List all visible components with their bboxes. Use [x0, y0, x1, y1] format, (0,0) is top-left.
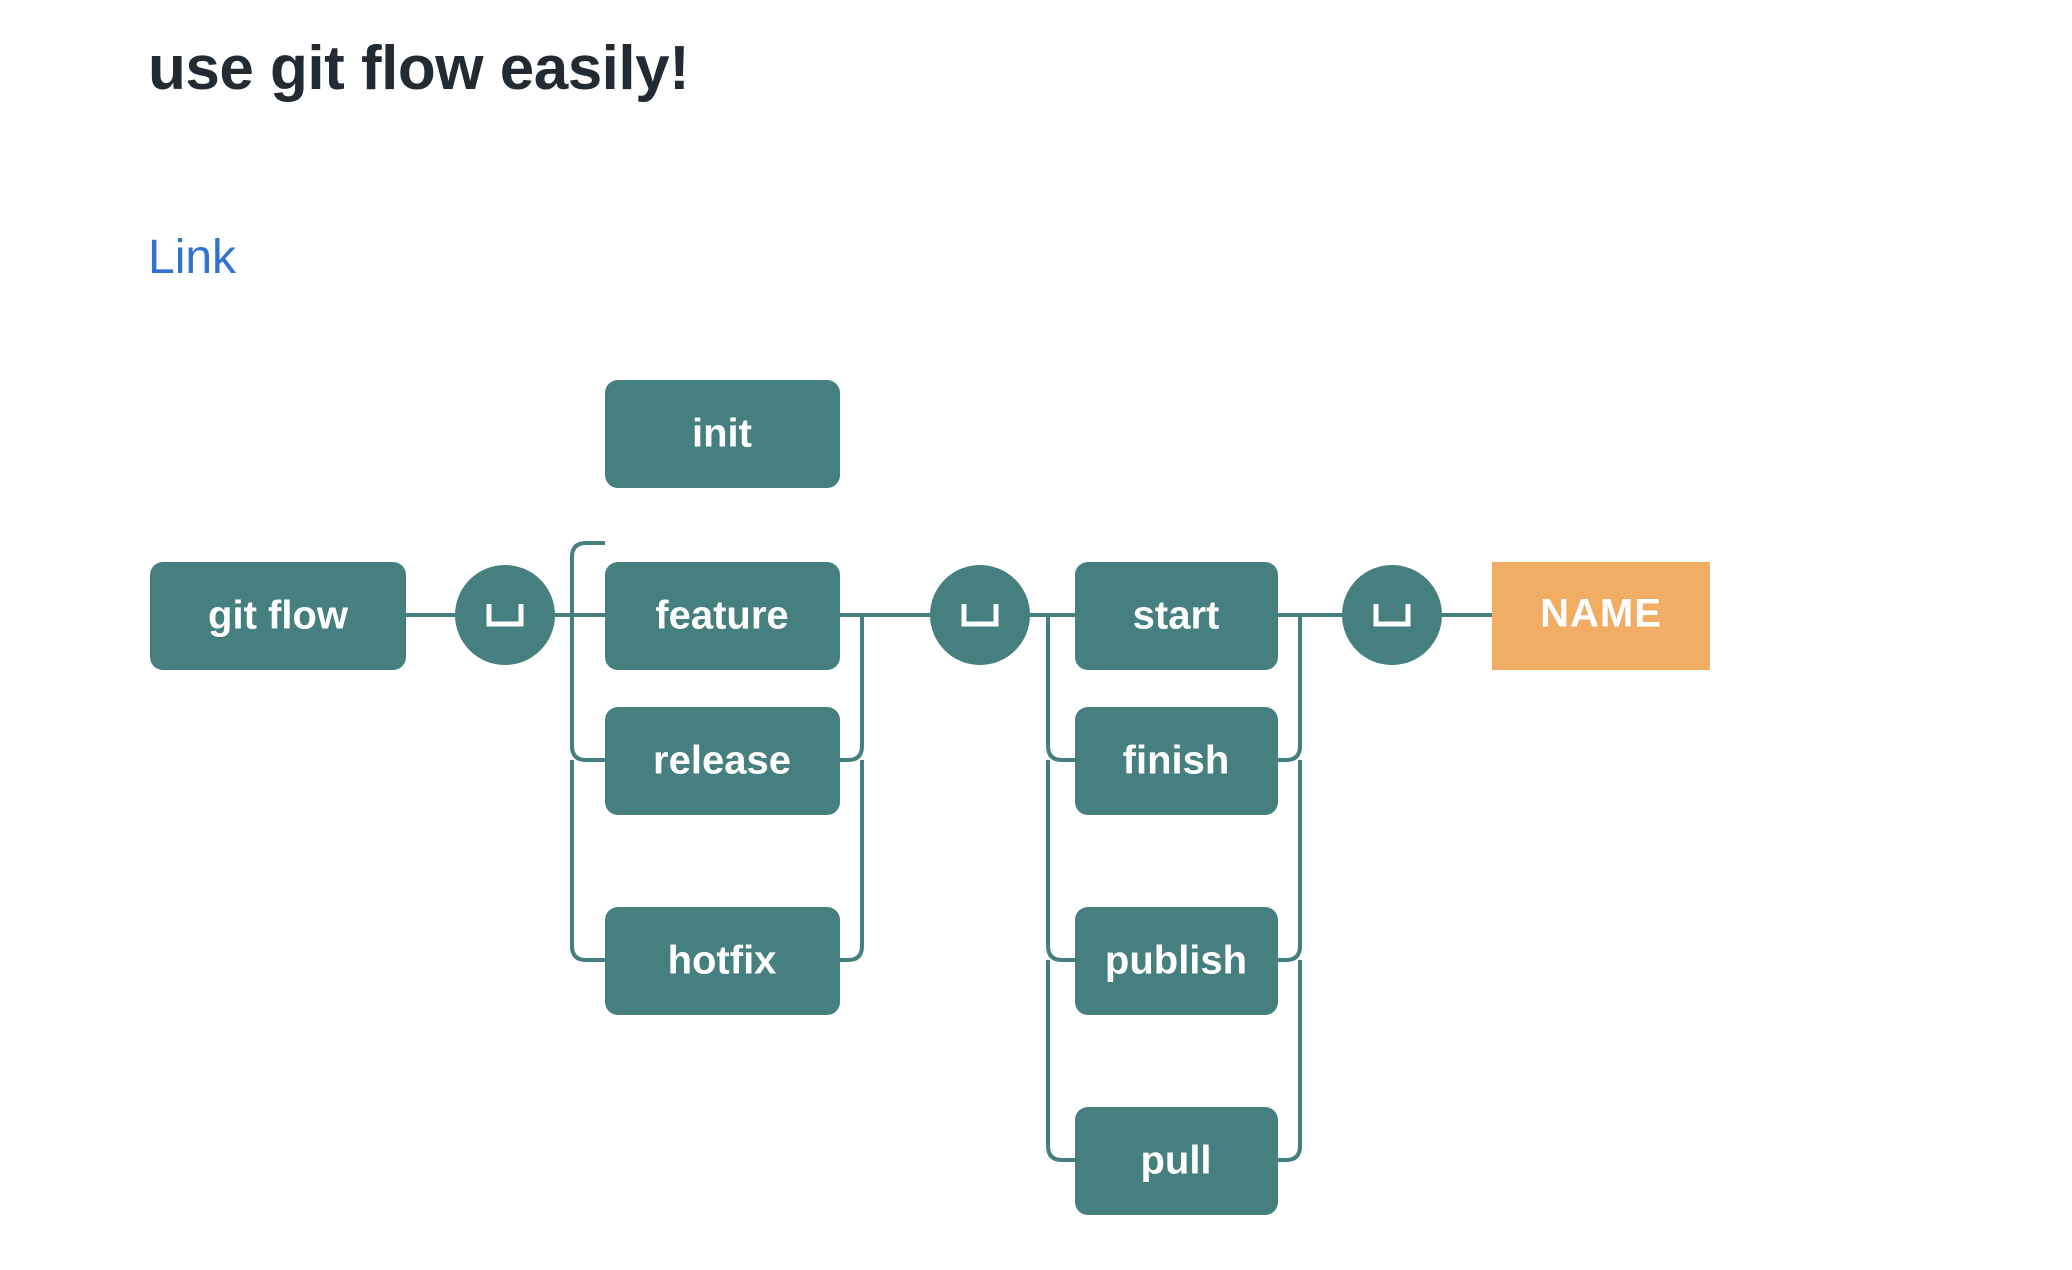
- rail-group1-left-release: [570, 615, 605, 762]
- node-publish-label: publish: [1105, 939, 1247, 983]
- separator-space-1[interactable]: [455, 565, 555, 665]
- doc-link[interactable]: Link: [148, 231, 236, 285]
- node-name-label: NAME: [1540, 592, 1662, 636]
- node-hotfix[interactable]: hotfix: [605, 907, 840, 1015]
- node-start[interactable]: start: [1075, 562, 1278, 670]
- rail-group2-left-finish: [1046, 615, 1075, 762]
- separator-space-1-circle: [455, 565, 555, 665]
- page-root: use git flow easily! Link git flow init …: [0, 0, 2072, 1270]
- node-start-label: start: [1133, 594, 1220, 638]
- node-release[interactable]: release: [605, 707, 840, 815]
- separator-space-2-circle: [930, 565, 1030, 665]
- node-git-flow-label: git flow: [208, 594, 349, 638]
- node-pull-label: pull: [1140, 1139, 1211, 1183]
- node-pull[interactable]: pull: [1075, 1107, 1278, 1215]
- rail-group1-left-init: [570, 541, 605, 615]
- separator-space-2[interactable]: [930, 565, 1030, 665]
- node-finish[interactable]: finish: [1075, 707, 1278, 815]
- rail-group2-right-publish: [1278, 760, 1302, 962]
- node-publish[interactable]: publish: [1075, 907, 1278, 1015]
- rail-group1-left-hotfix: [570, 760, 605, 962]
- node-hotfix-label: hotfix: [668, 939, 777, 983]
- separator-space-3[interactable]: [1342, 565, 1442, 665]
- rail-group1-right-release: [840, 615, 864, 762]
- rail-group2-left-pull: [1046, 960, 1075, 1162]
- rail-group2-right-finish: [1278, 615, 1302, 762]
- node-name-placeholder[interactable]: NAME: [1492, 562, 1710, 670]
- node-git-flow[interactable]: git flow: [150, 562, 406, 670]
- separator-space-3-circle: [1342, 565, 1442, 665]
- node-init-label: init: [692, 412, 752, 456]
- page-title: use git flow easily!: [148, 34, 690, 103]
- rail-group2-right-pull: [1278, 960, 1302, 1162]
- node-feature[interactable]: feature: [605, 562, 840, 670]
- node-release-label: release: [653, 739, 791, 783]
- node-init[interactable]: init: [605, 380, 840, 488]
- node-feature-label: feature: [655, 594, 788, 638]
- rail-group1-right-hotfix: [840, 760, 864, 962]
- railroad-diagram: git flow init feature release hotfix sta…: [0, 340, 2072, 1270]
- node-finish-label: finish: [1123, 739, 1230, 783]
- rail-group2-left-publish: [1046, 760, 1075, 962]
